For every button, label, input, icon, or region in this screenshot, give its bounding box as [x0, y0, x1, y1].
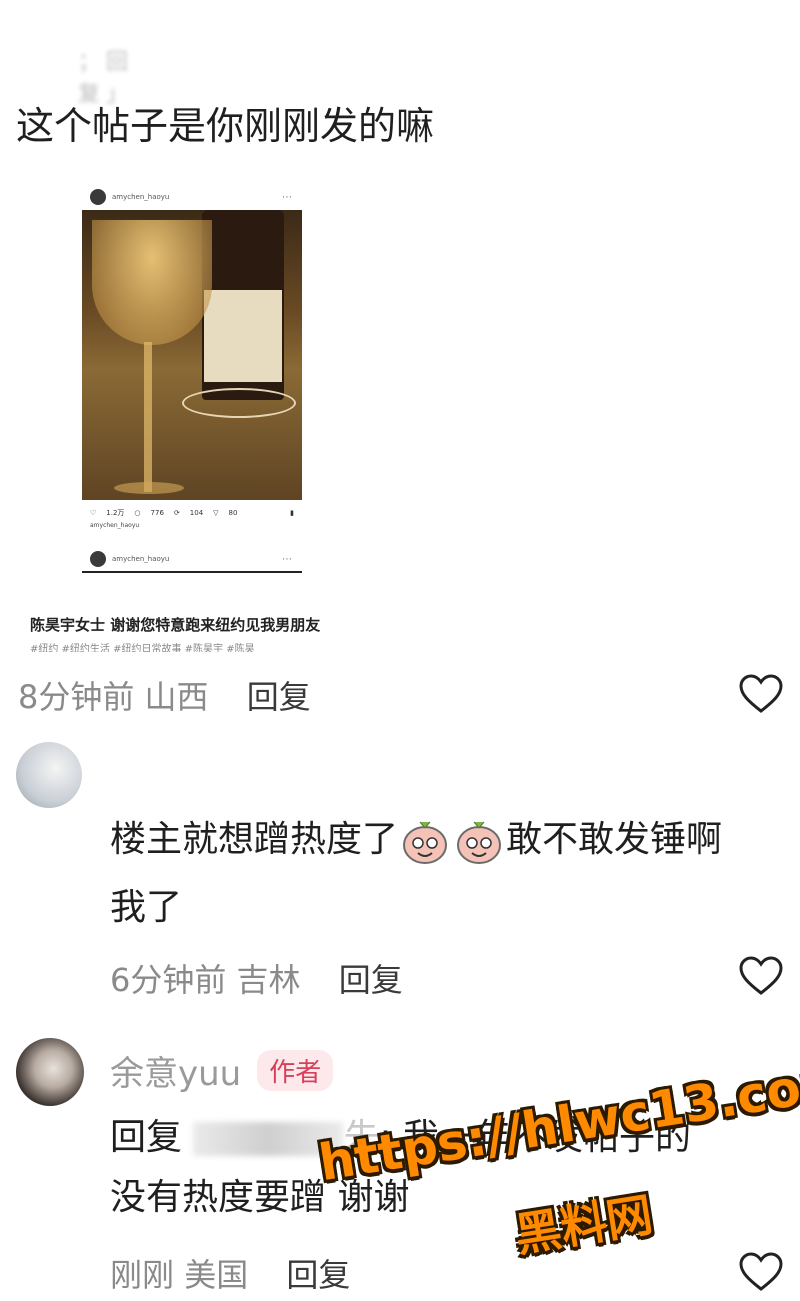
comment-location: 吉林	[236, 961, 301, 999]
embedded-post-header: amychen_haoyu ⋯	[82, 184, 302, 210]
coaster	[182, 388, 296, 418]
send-icon: ▽	[213, 509, 219, 517]
repost-count: 104	[189, 509, 204, 517]
embedded-caption: amychen_haoyu	[90, 522, 140, 529]
comment-time: 刚刚	[110, 1256, 175, 1294]
embedded-post-photo	[82, 210, 302, 500]
more-icon: ⋯	[282, 553, 292, 565]
reply-button[interactable]: 回复	[339, 961, 403, 999]
embedded-post-header-2: amychen_haoyu ⋯	[82, 547, 302, 573]
comment-count: 776	[150, 509, 164, 517]
reply-prefix: 回复	[110, 1117, 183, 1158]
avatar	[90, 189, 106, 205]
wine-glass-stem	[144, 342, 152, 492]
watermark-name: 黑料网	[511, 1187, 657, 1263]
embedded-post-screenshot[interactable]: amychen_haoyu ⋯ ♡ 1.2万 ○ 776 ⟳ 104 ▽ 80 ▮ am…	[82, 184, 302, 652]
comment-text: 这个帖子是你刚刚发的嘛	[16, 104, 435, 148]
author-avatar[interactable]	[16, 1038, 84, 1106]
laughing-face-icon	[457, 821, 502, 864]
comment-text-part: 敢不敢发锤啊	[506, 819, 723, 860]
like-icon: ♡	[90, 509, 97, 517]
repost-icon: ⟳	[173, 509, 180, 517]
bookmark-icon: ▮	[290, 509, 294, 517]
heart-icon[interactable]	[738, 674, 784, 714]
avatar[interactable]	[16, 742, 82, 808]
comment-icon: ○	[134, 509, 141, 517]
top-cut-fragment: ；回复」	[78, 50, 135, 107]
comment-text-line-2: 我了	[110, 887, 183, 928]
author-name[interactable]: 余意yuu	[110, 1046, 241, 1095]
reply-button[interactable]: 回复	[247, 678, 311, 716]
share-count: 80	[228, 509, 238, 517]
avatar	[90, 551, 106, 567]
heart-icon[interactable]	[738, 1252, 784, 1292]
author-badge: 作者	[257, 1050, 334, 1091]
comment-text-line-1: 楼主就想蹭热度了 敢不敢发锤啊	[110, 812, 800, 872]
like-count: 1.2万	[106, 509, 125, 517]
comment-time: 8分钟前	[18, 678, 135, 716]
heart-icon[interactable]	[738, 956, 784, 996]
reply-button[interactable]: 回复	[286, 1256, 350, 1294]
wine-glass	[92, 220, 212, 345]
embedded-post-title: 陈昊宇女士 谢谢您特意跑来纽约见我男朋友	[30, 616, 321, 634]
embedded-post-tags: #纽约 #纽约生活 #纽约日常故事 #陈昊宇 #陈昊	[30, 644, 255, 652]
embedded-post-actions: ♡ 1.2万 ○ 776 ⟳ 104 ▽ 80 ▮	[82, 500, 302, 520]
more-icon: ⋯	[282, 191, 292, 203]
comment-location: 山西	[144, 678, 209, 716]
embedded-username-2: amychen_haoyu	[112, 555, 170, 563]
comment-location: 美国	[184, 1256, 249, 1294]
comment-time: 6分钟前	[110, 961, 227, 999]
comment-meta: 6分钟前 吉林 回复	[110, 955, 403, 1001]
bottle-label	[204, 290, 282, 382]
comment-meta: 8分钟前 山西 回复	[18, 672, 311, 718]
comment-meta: 刚刚 美国 回复	[110, 1250, 350, 1296]
wine-glass-base	[114, 482, 184, 494]
comment-text-part: 楼主就想蹭热度了	[110, 819, 399, 860]
embedded-username: amychen_haoyu	[112, 193, 170, 201]
laughing-face-icon	[403, 821, 448, 864]
author-row: 余意yuu 作者	[110, 1046, 334, 1095]
